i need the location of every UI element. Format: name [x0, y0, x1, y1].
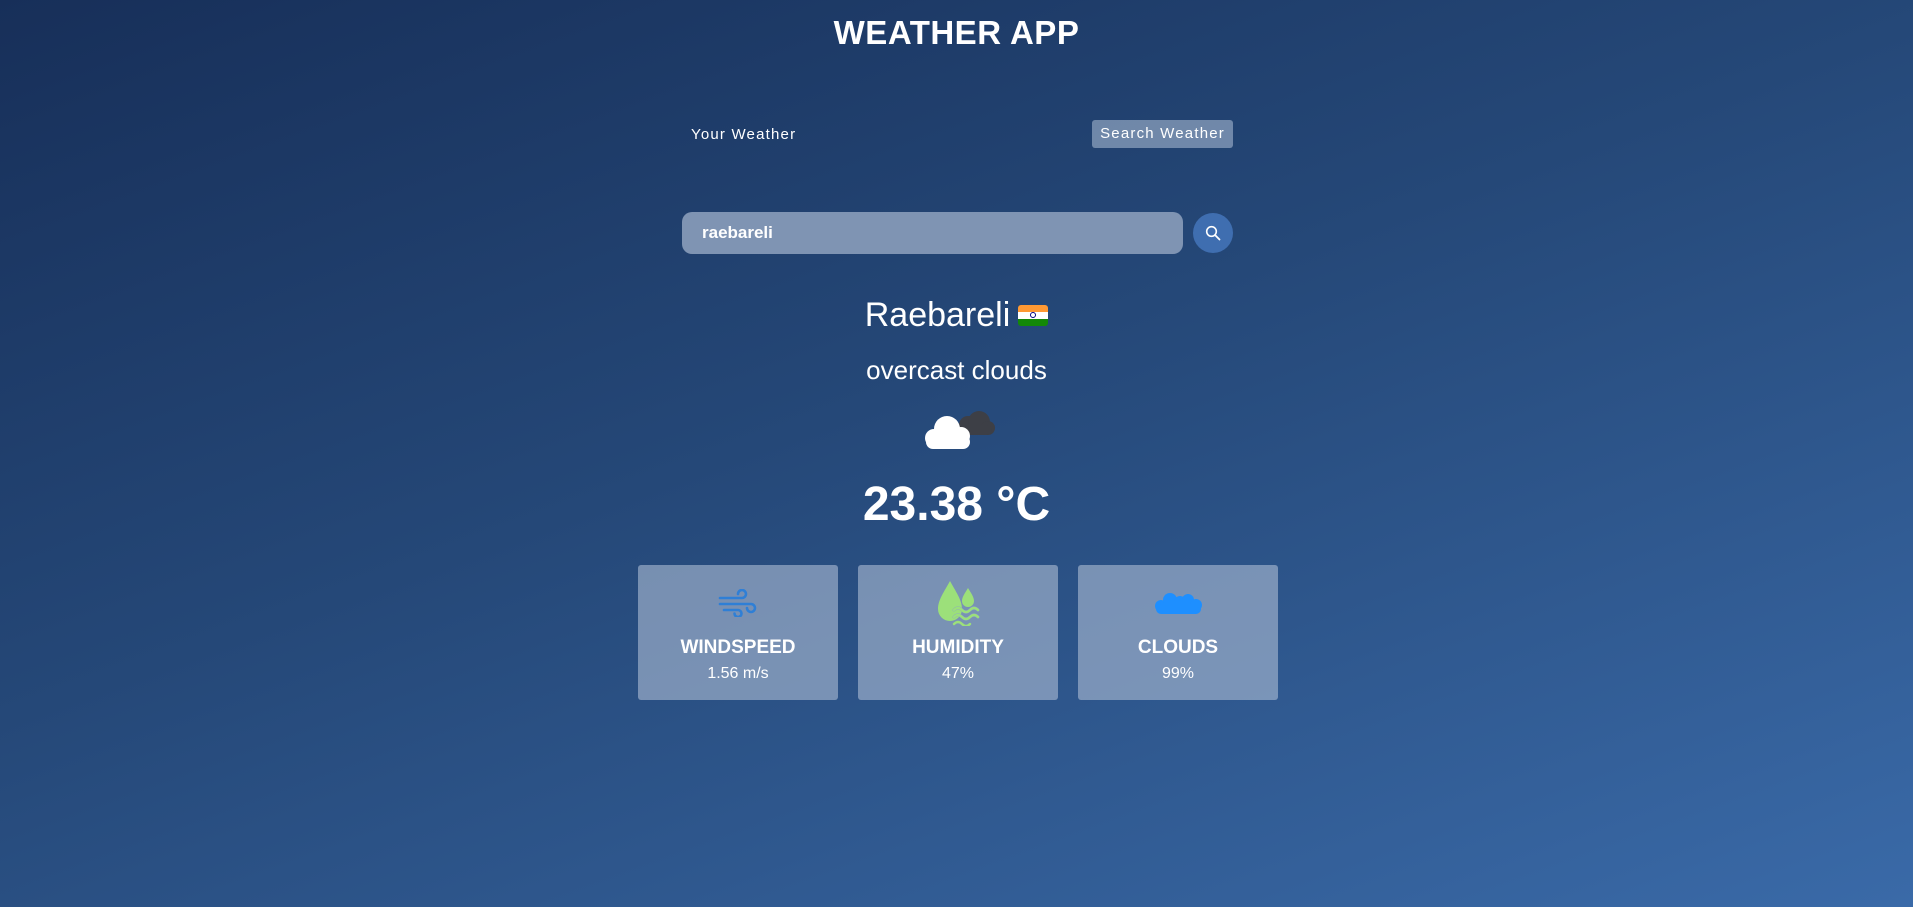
app-title: WEATHER APP: [833, 14, 1080, 51]
tab-search-weather[interactable]: Search Weather: [1092, 120, 1233, 148]
humidity-label: HUMIDITY: [912, 637, 1004, 658]
clouds-value: 99%: [1161, 665, 1195, 682]
windspeed-card: WINDSPEED 1.56 m/s: [638, 565, 838, 700]
search-button[interactable]: [1193, 213, 1233, 253]
windspeed-label: WINDSPEED: [680, 637, 796, 658]
overcast-clouds-icon: [925, 411, 995, 449]
clouds-card: CLOUDS 99%: [1078, 565, 1278, 700]
wind-icon: [638, 581, 838, 625]
cloud-icon: [1078, 581, 1278, 625]
city-heading: Raebareli: [0, 296, 1913, 335]
windspeed-value: 1.56 m/s: [707, 665, 769, 682]
search-icon: [1205, 225, 1221, 241]
humidity-value: 47%: [941, 665, 975, 682]
tab-bar: Your Weather Search Weather: [682, 119, 1233, 149]
city-name: Raebareli: [864, 296, 1011, 334]
india-flag-icon: [1018, 304, 1049, 326]
clouds-label: CLOUDS: [1137, 637, 1219, 658]
humidity-icon: [858, 581, 1058, 626]
stats-cards: WINDSPEED 1.56 m/s HUMIDITY 47% CLOUDS 9…: [638, 565, 1278, 700]
weather-description: overcast clouds: [866, 355, 1047, 385]
temperature: 23.38 °C: [862, 478, 1051, 531]
search-form: [682, 212, 1233, 254]
search-input[interactable]: [682, 212, 1183, 254]
tab-your-weather[interactable]: Your Weather: [682, 121, 805, 149]
humidity-card: HUMIDITY 47%: [858, 565, 1058, 700]
